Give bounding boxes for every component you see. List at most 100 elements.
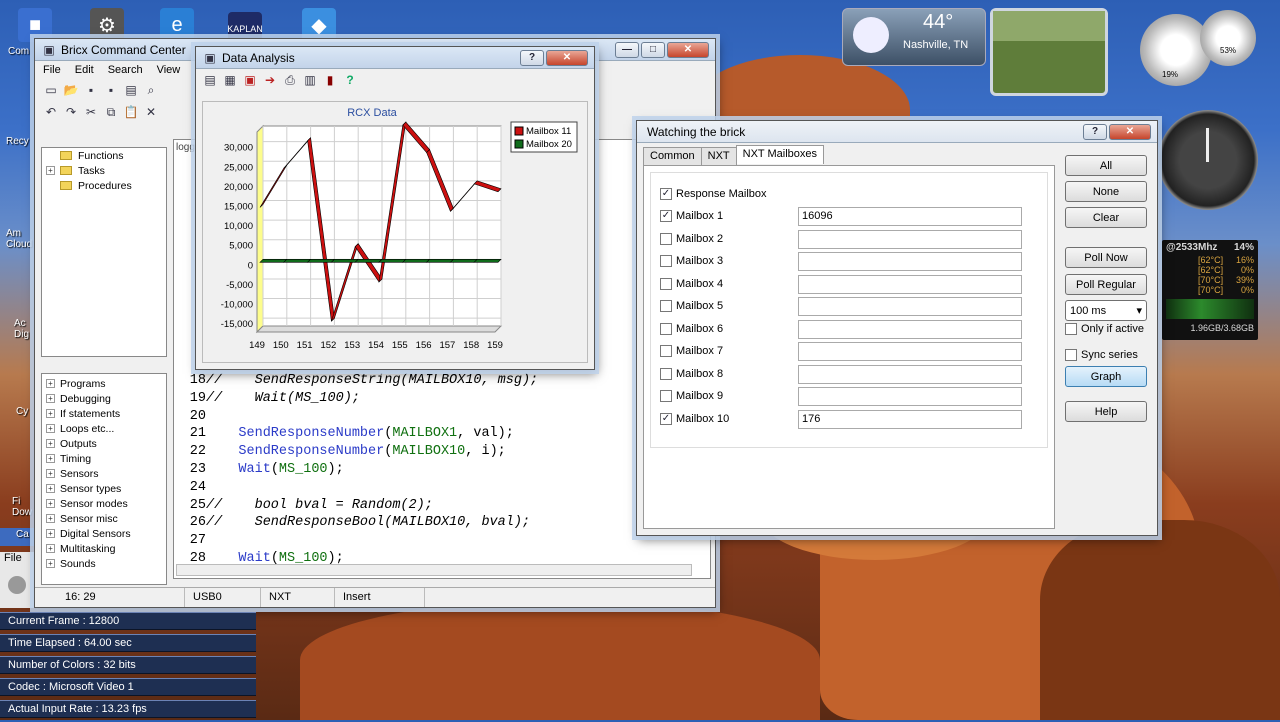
expand-icon[interactable]: + <box>46 559 55 568</box>
tree-item[interactable]: + Loops etc... <box>42 421 166 436</box>
checkbox-icon[interactable] <box>1065 323 1077 335</box>
menu-edit[interactable]: Edit <box>75 64 94 76</box>
open-data-icon[interactable]: ▦ <box>222 72 238 88</box>
response-mailbox-checkbox[interactable]: ✓ Response Mailbox <box>660 184 767 204</box>
tree-item[interactable]: + Multitasking <box>42 541 166 556</box>
mailbox-value-field[interactable] <box>798 274 1022 294</box>
steam-icon[interactable]: ⚙ <box>90 8 124 42</box>
tree-item[interactable]: + Sensors <box>42 466 166 481</box>
expand-icon[interactable]: + <box>46 394 55 403</box>
checkbox-icon[interactable]: ✓ <box>660 188 672 200</box>
sync-series-checkbox[interactable]: Sync series <box>1065 345 1138 365</box>
close-button[interactable]: ✕ <box>667 41 709 58</box>
tab-nxt[interactable]: NXT <box>700 147 737 166</box>
clear-button[interactable]: Clear <box>1065 207 1147 228</box>
horizontal-scrollbar[interactable] <box>176 564 692 576</box>
mailbox-checkbox[interactable]: Mailbox 3 <box>660 251 723 271</box>
tree-item[interactable]: + Sensor misc <box>42 511 166 526</box>
watch-titlebar[interactable]: Watching the brick ? ✕ <box>637 121 1157 143</box>
mailbox-checkbox[interactable]: Mailbox 7 <box>660 341 723 361</box>
tab-common[interactable]: Common <box>643 147 702 166</box>
tree-item[interactable]: + Sounds <box>42 556 166 571</box>
tree-item[interactable]: + Sensor types <box>42 481 166 496</box>
memory-meter-gadget[interactable]: 53% <box>1200 10 1256 66</box>
record-button-icon[interactable] <box>8 576 26 594</box>
mailbox-value-field[interactable] <box>798 319 1022 339</box>
delete-icon[interactable]: ✕ <box>143 104 159 120</box>
code-line[interactable]: 20 <box>174 408 538 426</box>
paste-icon[interactable]: 📋 <box>123 104 139 120</box>
save-icon[interactable]: ▪ <box>83 82 99 98</box>
tree-item[interactable]: + Sensor modes <box>42 496 166 511</box>
mailbox-value-field[interactable] <box>798 342 1022 361</box>
slideshow-gadget[interactable] <box>990 8 1108 96</box>
mailbox-value-field[interactable] <box>798 297 1022 316</box>
brick-icon[interactable]: ▮ <box>322 72 338 88</box>
code-line[interactable]: 25// bool bval = Random(2); <box>174 497 538 515</box>
tree-item[interactable]: + Digital Sensors <box>42 526 166 541</box>
expand-icon[interactable]: + <box>46 499 55 508</box>
close-button[interactable]: ✕ <box>1109 123 1151 140</box>
print-icon[interactable]: ▤ <box>123 82 139 98</box>
expand-icon[interactable]: + <box>46 529 55 538</box>
mailbox-checkbox[interactable]: Mailbox 4 <box>660 274 723 294</box>
clock-gadget[interactable] <box>1158 110 1258 210</box>
cpu-info-gadget[interactable]: @2533Mhz 14% [62°C] 16% [62°C] 0% [70°C] 39… <box>1162 240 1258 340</box>
checkbox-icon[interactable] <box>1065 349 1077 361</box>
mailbox-checkbox[interactable]: Mailbox 8 <box>660 364 723 384</box>
tree-item-functions[interactable]: Functions <box>42 148 166 163</box>
open-folder-icon[interactable]: 📂 <box>63 82 79 98</box>
code-line[interactable]: 22 SendResponseNumber(MAILBOX10, i); <box>174 443 538 461</box>
export-icon[interactable]: ▣ <box>242 72 258 88</box>
clipboard-icon[interactable]: ⎙ <box>282 72 298 88</box>
expand-icon[interactable]: + <box>46 439 55 448</box>
poll-regular-button[interactable]: Poll Regular <box>1065 274 1147 295</box>
checkbox-icon[interactable] <box>660 322 672 335</box>
only-if-active-checkbox[interactable]: Only if active <box>1065 319 1144 339</box>
save-all-icon[interactable]: ▪ <box>103 82 119 98</box>
partial-window-menu-file[interactable]: File <box>0 552 22 564</box>
graph-button[interactable]: Graph <box>1065 366 1147 387</box>
redo-icon[interactable]: ↷ <box>63 104 79 120</box>
copy-icon[interactable]: ⧉ <box>103 104 119 120</box>
minimize-button[interactable]: — <box>615 41 639 58</box>
dropbox-icon[interactable]: ◆ <box>302 8 336 42</box>
calculator-icon[interactable]: ▥ <box>302 72 318 88</box>
tree-item-procedures[interactable]: Procedures <box>42 178 166 193</box>
expand-icon[interactable]: + <box>46 544 55 553</box>
expand-icon[interactable]: + <box>46 424 55 433</box>
print-icon[interactable]: ▤ <box>202 72 218 88</box>
code-line[interactable]: 18// SendResponseString(MAILBOX10, msg); <box>174 372 538 390</box>
maximize-button[interactable]: □ <box>641 41 665 58</box>
find-icon[interactable]: ⌕ <box>143 82 159 98</box>
checkbox-icon[interactable] <box>660 367 672 380</box>
checkbox-icon[interactable] <box>660 345 672 357</box>
mailbox-value-field[interactable] <box>798 387 1022 406</box>
tree-item[interactable]: + Debugging <box>42 391 166 406</box>
undo-icon[interactable]: ↶ <box>43 104 59 120</box>
tab-nxt-mailboxes[interactable]: NXT Mailboxes <box>735 145 825 164</box>
expand-icon[interactable]: + <box>46 166 55 175</box>
help-icon[interactable]: ? <box>342 72 358 88</box>
taskbar-capture-window[interactable]: Ca <box>0 528 34 546</box>
expand-icon[interactable]: + <box>46 469 55 478</box>
checkbox-icon[interactable]: ✓ <box>660 210 672 222</box>
tree-item[interactable]: + Outputs <box>42 436 166 451</box>
checkbox-icon[interactable] <box>660 300 672 312</box>
new-file-icon[interactable]: ▭ <box>43 82 59 98</box>
mailbox-checkbox[interactable]: Mailbox 2 <box>660 229 723 249</box>
help-button[interactable]: ? <box>520 49 544 66</box>
code-line[interactable]: 21 SendResponseNumber(MAILBOX1, val); <box>174 425 538 443</box>
browser-icon[interactable]: e <box>160 8 194 42</box>
checkbox-icon[interactable] <box>660 390 672 402</box>
help-dialog-button[interactable]: Help <box>1065 401 1147 422</box>
checkbox-icon[interactable]: ✓ <box>660 412 672 425</box>
mailbox-value-field[interactable]: 16096 <box>798 207 1022 226</box>
mailbox-value-field[interactable] <box>798 364 1022 384</box>
import-icon[interactable]: ➔ <box>262 72 278 88</box>
checkbox-icon[interactable] <box>660 232 672 245</box>
mailbox-checkbox[interactable]: Mailbox 9 <box>660 386 723 406</box>
expand-icon[interactable]: + <box>46 484 55 493</box>
help-button[interactable]: ? <box>1083 123 1107 140</box>
mailbox-value-field[interactable]: 176 <box>798 409 1022 429</box>
